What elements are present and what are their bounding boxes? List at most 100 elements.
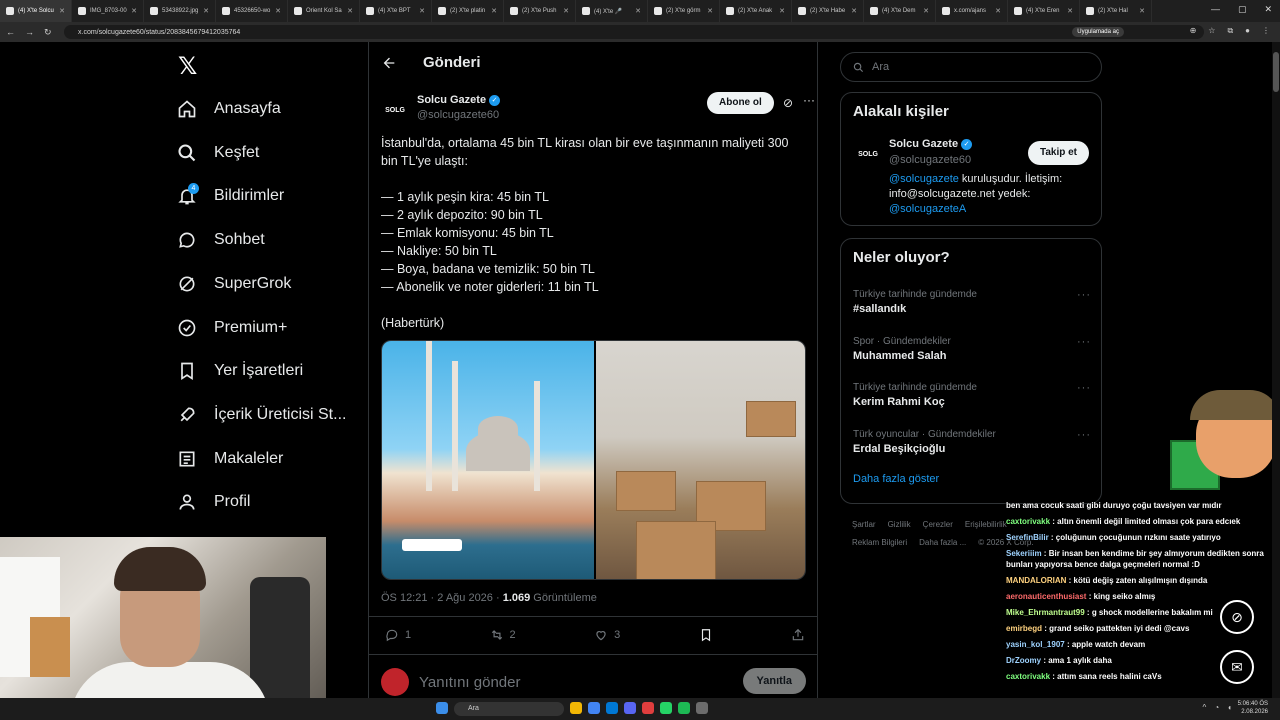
repost-action[interactable]: 2 [490, 628, 516, 642]
nav-item-chat[interactable]: Sohbet [176, 225, 265, 255]
whatsapp-icon[interactable] [660, 702, 672, 714]
browser-tab[interactable]: (4) X'te Dem ✕ [864, 0, 936, 22]
browser-tab[interactable]: (4) X'te BPT ✕ [360, 0, 432, 22]
author-handle[interactable]: @solcugazete60 [417, 109, 499, 121]
more-options-icon[interactable]: ··· [1077, 336, 1091, 348]
taskbar-clock[interactable]: 5:06:40 ÖS 2.08.2026 [1238, 700, 1268, 716]
app-icon[interactable] [642, 702, 654, 714]
tab-close-icon[interactable]: ✕ [275, 7, 281, 15]
taskbar-search[interactable]: Ara [454, 702, 564, 716]
nav-item-search[interactable]: Keşfet [176, 138, 259, 168]
more-options-icon[interactable]: ··· [1077, 429, 1091, 441]
tab-close-icon[interactable]: ✕ [563, 7, 569, 15]
user-avatar[interactable] [381, 668, 409, 696]
follow-button[interactable]: Takip et [1027, 141, 1089, 165]
reload-icon[interactable]: ↻ [44, 27, 52, 38]
nav-item-rocket[interactable]: İçerik Üreticisi St... [176, 400, 346, 430]
discord-icon[interactable] [624, 702, 636, 714]
nav-item-premium[interactable]: Premium+ [176, 313, 287, 343]
zoom-icon[interactable]: ⊕ [1190, 26, 1197, 36]
explorer-icon[interactable] [570, 702, 582, 714]
browser-tab[interactable]: (2) X'te Push ✕ [504, 0, 576, 22]
nav-item-profile[interactable]: Profil [176, 487, 250, 517]
show-more-link[interactable]: Daha fazla göster [853, 473, 939, 485]
author-name[interactable]: Solcu Gazete [417, 94, 486, 106]
tab-close-icon[interactable]: ✕ [779, 7, 785, 15]
browser-tab[interactable]: (2) X'te Anak ✕ [720, 0, 792, 22]
edge-icon[interactable] [606, 702, 618, 714]
footer-link[interactable]: Şartlar [852, 520, 876, 529]
reply-input[interactable]: Yanıtını gönder [419, 674, 520, 691]
tab-close-icon[interactable]: ✕ [635, 7, 641, 15]
bio-link[interactable]: @solcugazete [889, 173, 959, 185]
browser-tab[interactable]: (2) X'te platin ✕ [432, 0, 504, 22]
start-icon[interactable] [436, 702, 448, 714]
extensions-icon[interactable]: ⧉ [1227, 26, 1233, 36]
share-action[interactable] [791, 628, 805, 642]
tab-close-icon[interactable]: ✕ [707, 7, 713, 15]
reply-button[interactable]: Yanıtla [742, 668, 806, 694]
post-time[interactable]: ÖS 12:21 · 2 Ağu 2026 · [381, 592, 503, 604]
trend-item[interactable]: Türkiye tarihinde gündemde Kerim Rahmi Ko… [853, 382, 1091, 418]
menu-icon[interactable]: ⋮ [1262, 26, 1270, 36]
trend-item[interactable]: Türkiye tarihinde gündemde #sallandık ··· [853, 289, 1091, 325]
tab-close-icon[interactable]: ✕ [347, 7, 353, 15]
more-options-icon[interactable]: ··· [1077, 289, 1091, 301]
chevron-up-icon[interactable]: ^ [1203, 703, 1207, 712]
wifi-icon[interactable]: ◔ [1214, 703, 1219, 712]
chrome-icon[interactable] [588, 702, 600, 714]
related-handle[interactable]: @solcugazete60 [889, 154, 971, 166]
grok-icon[interactable]: ⊘ [783, 96, 793, 110]
browser-tab[interactable]: (4) X'te Solcu ✕ [0, 0, 72, 22]
tab-close-icon[interactable]: ✕ [1067, 7, 1073, 15]
nav-item-grok[interactable]: SuperGrok [176, 269, 291, 299]
trend-item[interactable]: Spor · Gündemdekiler Muhammed Salah ··· [853, 336, 1091, 372]
trend-item[interactable]: Türk oyuncular · Gündemdekiler Erdal Beşi… [853, 429, 1091, 465]
tab-close-icon[interactable]: ✕ [59, 7, 65, 15]
moving-boxes-image[interactable] [596, 341, 805, 579]
footer-link[interactable]: Gizlilik [888, 520, 911, 529]
more-options-icon[interactable]: ··· [803, 93, 815, 107]
tab-close-icon[interactable]: ✕ [491, 7, 497, 15]
tab-close-icon[interactable]: ✕ [923, 7, 929, 15]
url-field[interactable]: x.com/solcugazete60/status/2083845679412… [64, 25, 1204, 39]
nav-item-bookmark[interactable]: Yer İşaretleri [176, 356, 303, 386]
browser-tab[interactable]: (2) X'te Habe ✕ [792, 0, 864, 22]
search-input[interactable]: Ara [840, 52, 1102, 82]
tab-close-icon[interactable]: ✕ [419, 7, 425, 15]
tab-close-icon[interactable]: ✕ [1139, 7, 1145, 15]
nav-item-article[interactable]: Makaleler [176, 444, 283, 474]
footer-link[interactable]: Çerezler [923, 520, 953, 529]
tab-close-icon[interactable]: ✕ [995, 7, 1001, 15]
related-name-row[interactable]: Solcu Gazete ✓ [889, 138, 973, 150]
back-icon[interactable]: ← [6, 27, 15, 37]
reply-action[interactable]: 1 [385, 628, 411, 642]
spotify-icon[interactable] [678, 702, 690, 714]
obs-icon[interactable] [696, 702, 708, 714]
subscribe-button[interactable]: Abone ol [707, 92, 774, 114]
maximize-icon[interactable]: ▢ [1238, 4, 1247, 15]
browser-tab[interactable]: (2) X'te görm ✕ [648, 0, 720, 22]
bio-link[interactable]: @solcugazeteA [889, 203, 966, 215]
tab-close-icon[interactable]: ✕ [851, 7, 857, 15]
related-name[interactable]: Solcu Gazete [889, 138, 958, 150]
footer-link[interactable]: Reklam Bilgileri [852, 538, 907, 547]
star-icon[interactable]: ☆ [1208, 26, 1215, 36]
author-name-row[interactable]: Solcu Gazete ✓ [417, 94, 501, 106]
profile-icon[interactable]: ● [1245, 26, 1250, 36]
more-options-icon[interactable]: ··· [1077, 382, 1091, 394]
related-avatar[interactable]: SOLG [853, 139, 883, 169]
forward-icon[interactable]: → [25, 27, 34, 37]
bookmark-action[interactable] [699, 628, 713, 642]
author-avatar[interactable]: SOLG [381, 96, 409, 124]
footer-link[interactable]: Daha fazla ... [919, 538, 966, 547]
browser-tab[interactable]: x.com/ajans ✕ [936, 0, 1008, 22]
nav-item-home[interactable]: Anasayfa [176, 94, 281, 124]
tab-close-icon[interactable]: ✕ [131, 7, 137, 15]
browser-tab[interactable]: (4) X'te Eren ✕ [1008, 0, 1080, 22]
browser-tab[interactable]: (4) X'te 🎤 ✕ [576, 0, 648, 22]
grok-float-icon[interactable]: ⊘ [1220, 600, 1254, 634]
browser-tab[interactable]: Orient Kol Sa ✕ [288, 0, 360, 22]
browser-tab[interactable]: IMG_8703-00 ✕ [72, 0, 144, 22]
close-icon[interactable]: ✕ [1264, 4, 1272, 15]
